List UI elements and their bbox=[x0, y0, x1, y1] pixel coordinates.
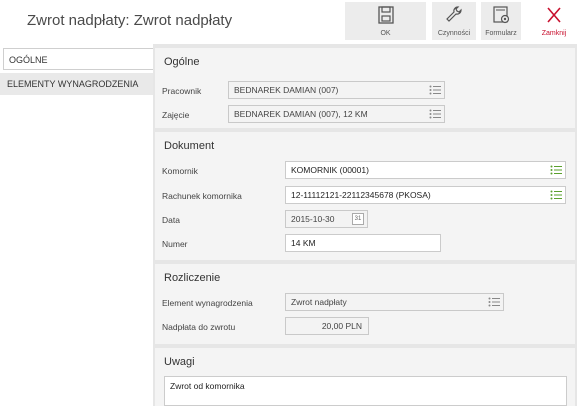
zajecie-field[interactable]: BEDNAREK DAMIAN (007), 12 KM bbox=[228, 105, 445, 123]
main-panel: Ogólne Pracownik BEDNAREK DAMIAN (007) Z… bbox=[153, 44, 577, 406]
rachunek-field[interactable]: 12-11112121-22112345678 (PKOSA) bbox=[285, 186, 566, 204]
calendar-icon[interactable]: 31 bbox=[352, 213, 364, 225]
zajecie-label: Zajęcie bbox=[162, 110, 190, 120]
naplata-field: 20,00 PLN bbox=[285, 317, 369, 335]
ok-button[interactable]: OK bbox=[345, 2, 426, 40]
section-uwagi: Uwagi Zwrot od komornika bbox=[155, 348, 575, 406]
numer-label: Numer bbox=[162, 239, 188, 249]
list-picker-icon[interactable] bbox=[550, 190, 562, 200]
section-dokument: Dokument Komornik KOMORNIK (00001) Rachu… bbox=[155, 132, 575, 260]
list-picker-icon[interactable] bbox=[429, 109, 441, 119]
element-wynagrodzenia-field[interactable]: Zwrot nadpłaty bbox=[285, 293, 504, 311]
numer-value: 14 KM bbox=[291, 238, 316, 248]
naplata-label: Nadpłata do zwrotu bbox=[162, 322, 236, 332]
data-value: 2015-10-30 bbox=[291, 214, 335, 224]
list-picker-icon[interactable] bbox=[429, 85, 441, 95]
pracownik-value: BEDNAREK DAMIAN (007) bbox=[234, 85, 339, 95]
ok-label: OK bbox=[380, 30, 391, 37]
left-navigation: OGÓLNE ELEMENTY WYNAGRODZENIA bbox=[0, 44, 153, 406]
uwagi-textarea[interactable]: Zwrot od komornika bbox=[164, 376, 567, 406]
save-icon bbox=[377, 6, 394, 24]
komornik-label: Komornik bbox=[162, 166, 198, 176]
section-rozliczenie: Rozliczenie Element wynagrodzenia Zwrot … bbox=[155, 264, 575, 344]
section-title-uwagi: Uwagi bbox=[164, 356, 195, 368]
rachunek-value: 12-11112121-22112345678 (PKOSA) bbox=[291, 190, 431, 200]
form-settings-icon bbox=[493, 6, 510, 24]
data-label: Data bbox=[162, 215, 180, 225]
list-picker-icon[interactable] bbox=[488, 297, 500, 307]
title-bar: Zwrot nadpłaty: Zwrot nadpłaty OK Czynno… bbox=[0, 0, 577, 44]
section-title-ogolne: Ogólne bbox=[164, 56, 200, 68]
zamknij-button[interactable]: Zamknij bbox=[534, 2, 574, 40]
pracownik-field[interactable]: BEDNAREK DAMIAN (007) bbox=[228, 81, 445, 99]
czynnosci-label: Czynności bbox=[437, 30, 471, 37]
section-title-rozliczenie: Rozliczenie bbox=[164, 272, 221, 284]
section-ogolne: Ogólne Pracownik BEDNAREK DAMIAN (007) Z… bbox=[155, 48, 575, 128]
nav-item-elementy-wynagrodzenia[interactable]: ELEMENTY WYNAGRODZENIA bbox=[0, 73, 153, 95]
pracownik-label: Pracownik bbox=[162, 86, 202, 96]
close-icon bbox=[547, 7, 561, 23]
formularz-button[interactable]: Formularz bbox=[481, 2, 521, 40]
element-wynagrodzenia-value: Zwrot nadpłaty bbox=[291, 297, 347, 307]
nav-item-ogolne[interactable]: OGÓLNE bbox=[3, 48, 153, 70]
wrench-icon bbox=[446, 6, 462, 22]
komornik-value: KOMORNIK (00001) bbox=[291, 165, 369, 175]
data-field[interactable]: 2015-10-30 31 bbox=[285, 210, 368, 228]
formularz-label: Formularz bbox=[485, 30, 517, 37]
rachunek-label: Rachunek komornika bbox=[162, 191, 242, 201]
element-wynagrodzenia-label: Element wynagrodzenia bbox=[162, 298, 253, 308]
zamknij-label: Zamknij bbox=[541, 30, 567, 37]
numer-field[interactable]: 14 KM bbox=[285, 234, 441, 252]
zajecie-value: BEDNAREK DAMIAN (007), 12 KM bbox=[234, 109, 368, 119]
komornik-field[interactable]: KOMORNIK (00001) bbox=[285, 161, 566, 179]
window-title: Zwrot nadpłaty: Zwrot nadpłaty bbox=[27, 12, 233, 29]
naplata-value: 20,00 PLN bbox=[321, 321, 362, 331]
czynnosci-button[interactable]: Czynności bbox=[432, 2, 476, 40]
section-title-dokument: Dokument bbox=[164, 140, 215, 152]
list-picker-icon[interactable] bbox=[550, 165, 562, 175]
